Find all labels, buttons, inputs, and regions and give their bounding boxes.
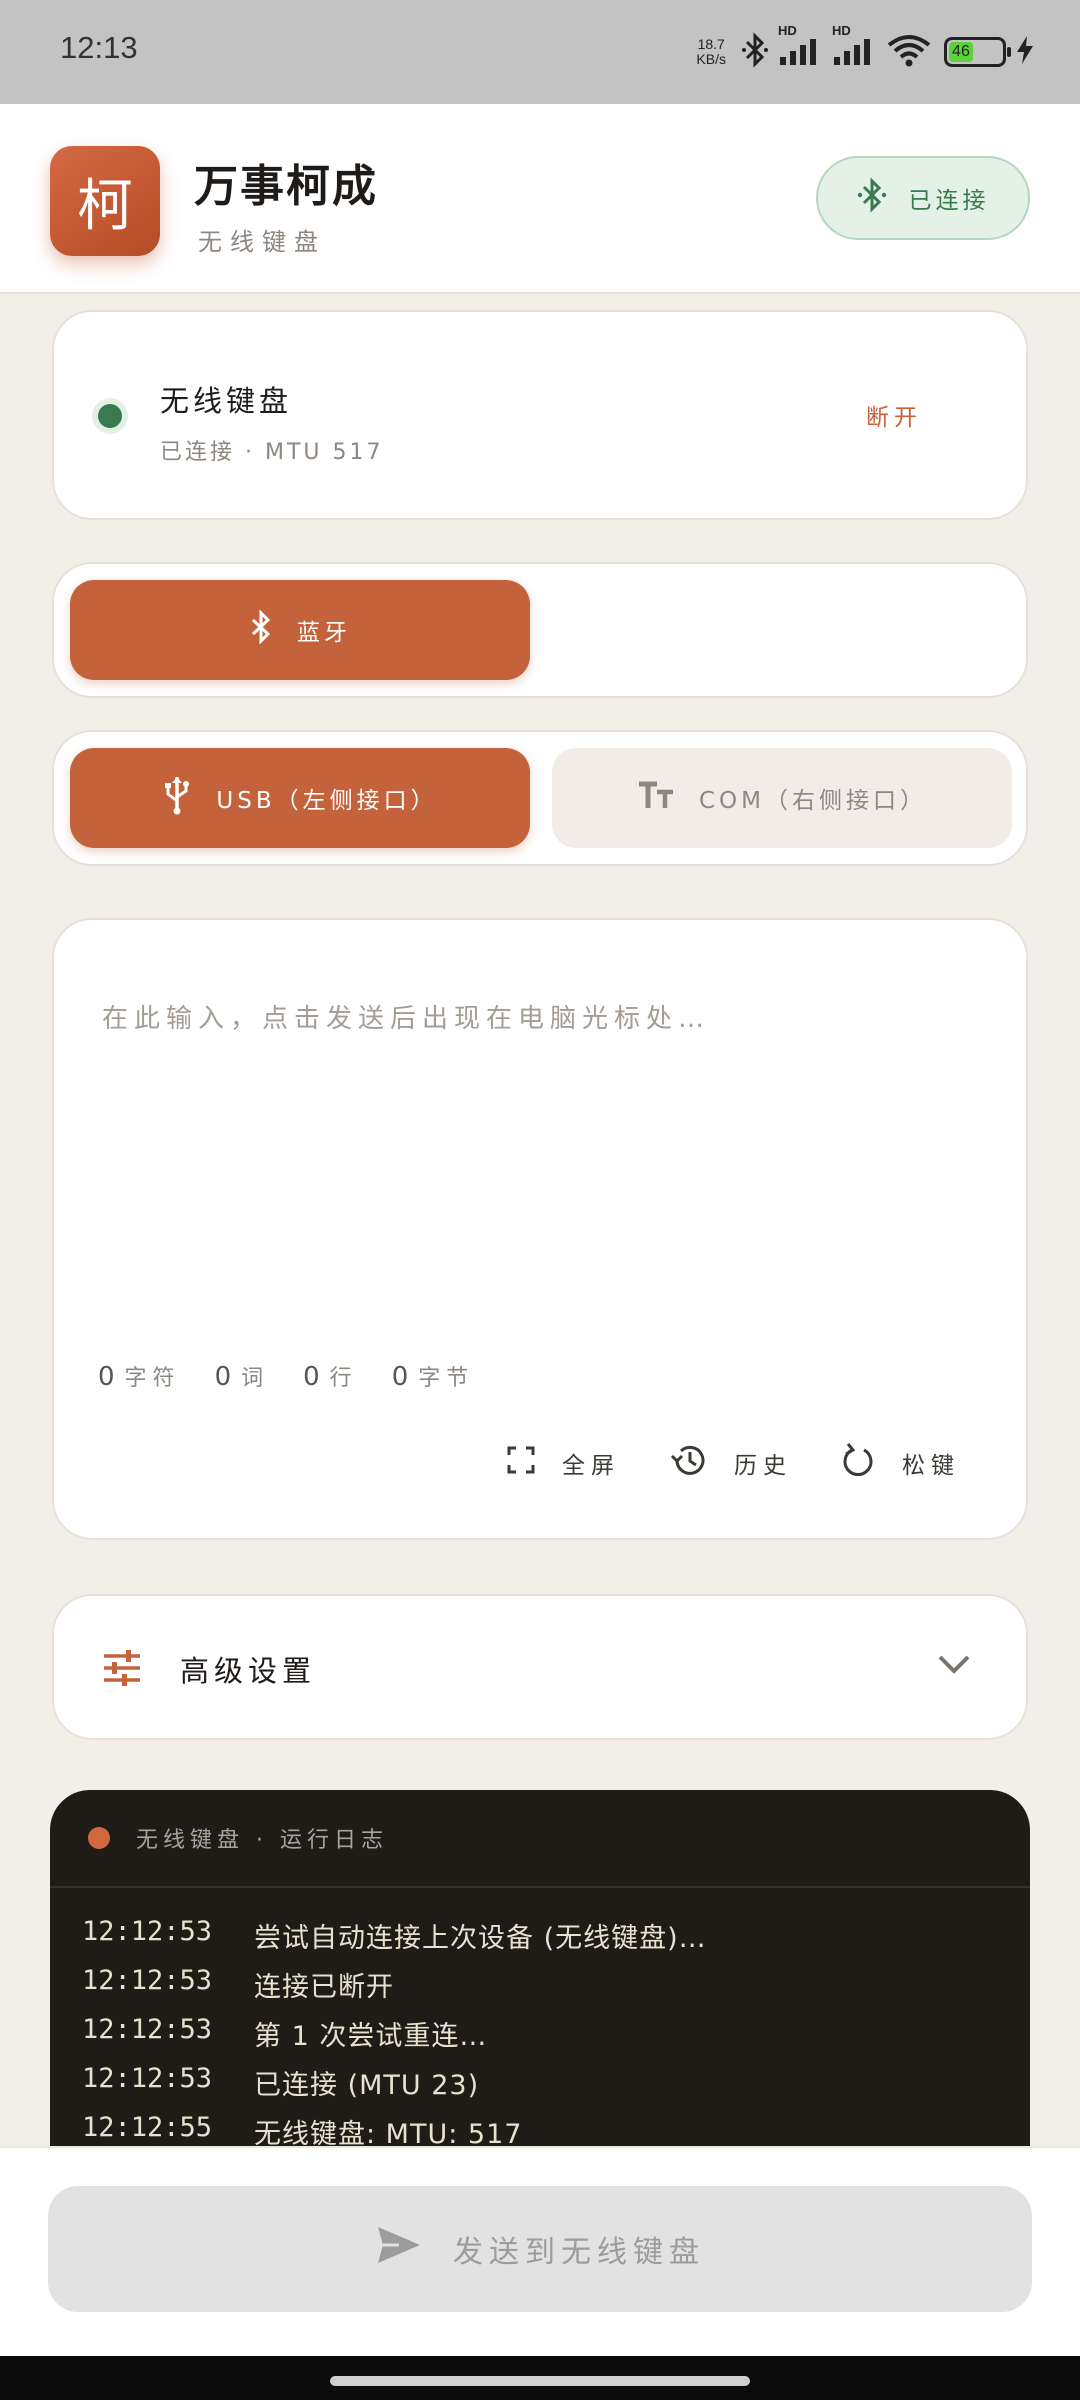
log-line: 12:12:53 尝试自动连接上次设备 (无线键盘)… (82, 1916, 1030, 1965)
network-speed-value: 18.7 (697, 36, 725, 52)
fullscreen-icon (506, 1445, 536, 1481)
device-name: 无线键盘 (160, 384, 293, 418)
log-lines: 12:12:53 尝试自动连接上次设备 (无线键盘)… 12:12:53 连接已断开… (50, 1888, 1030, 2150)
line-count: 0行 (303, 1360, 358, 1392)
log-time: 12:12:53 (82, 1916, 213, 1947)
advanced-settings-label: 高级设置 (180, 1654, 317, 1688)
bottom-bar: 发送到无线键盘 (0, 2146, 1080, 2356)
bluetooth-mode-button[interactable]: 蓝牙 (70, 580, 530, 680)
com-port-label: COM（右侧接口） (698, 788, 927, 814)
release-keys-button[interactable]: 松键 (842, 1442, 960, 1484)
bluetooth-status-icon (740, 32, 770, 72)
app-title: 万事柯成 (194, 161, 378, 212)
network-speed-unit: KB/s (696, 51, 726, 67)
history-label: 历史 (734, 1453, 792, 1479)
log-message: 无线键盘: MTU: 517 (254, 2119, 523, 2150)
connection-status-label: 已连接 (908, 188, 990, 214)
log-header: 无线键盘 · 运行日志 (50, 1790, 1030, 1888)
chevron-down-icon (936, 1652, 972, 1680)
release-keys-label: 松键 (902, 1453, 960, 1479)
log-line: 12:12:55 无线键盘: MTU: 517 (82, 2112, 1030, 2150)
disconnect-button[interactable]: 断开 (866, 398, 922, 432)
word-count-label: 词 (241, 1366, 270, 1391)
system-nav-bar (0, 2356, 1080, 2400)
hd-label-1: HD (778, 23, 797, 38)
char-count: 0 字符 (98, 1360, 181, 1392)
connected-indicator (98, 404, 122, 428)
log-message: 已连接 (MTU 23) (254, 2070, 480, 2101)
battery-icon: 46 (944, 37, 1011, 67)
line-count-label: 行 (329, 1366, 358, 1391)
history-icon (670, 1442, 708, 1484)
log-message: 尝试自动连接上次设备 (无线键盘)… (254, 1923, 707, 1954)
history-button[interactable]: 历史 (670, 1442, 792, 1484)
connection-status-button[interactable]: 已连接 (816, 156, 1030, 240)
editor-actions: 全屏 历史 松键 (506, 1442, 960, 1484)
bluetooth-connected-icon (857, 177, 887, 219)
send-label: 发送到无线键盘 (453, 2235, 705, 2270)
status-time: 12:13 (60, 30, 138, 65)
mode-selector: 蓝牙 (52, 562, 1028, 698)
reset-icon (842, 1442, 876, 1484)
signal-icon-2: HD (832, 23, 878, 71)
home-gesture-handle[interactable] (330, 2376, 750, 2386)
com-port-button[interactable]: COM（右侧接口） (552, 748, 1012, 848)
line-count-value: 0 (303, 1362, 326, 1392)
log-title: 无线键盘 · 运行日志 (136, 1828, 388, 1853)
usb-icon (162, 775, 192, 821)
byte-count-value: 0 (391, 1362, 415, 1392)
status-icons: 18.7 KB/s HD HD 46 (696, 23, 1036, 76)
log-time: 12:12:55 (82, 2112, 213, 2143)
bluetooth-mode-label: 蓝牙 (297, 620, 351, 646)
bluetooth-icon (249, 609, 273, 650)
send-icon (375, 2224, 423, 2274)
text-input-card: 在此输入，点击发送后出现在电脑光标处… 0 字符 0词 0行 0 字节 全屏 历史 … (52, 918, 1028, 1540)
status-bar: 12:13 18.7 KB/s HD HD 46 (0, 0, 1080, 104)
fullscreen-button[interactable]: 全屏 (506, 1442, 620, 1484)
advanced-settings-toggle[interactable]: 高级设置 (52, 1594, 1028, 1740)
text-size-icon (637, 780, 675, 816)
device-status: 已连接 · MTU 517 (160, 440, 384, 465)
tune-icon (102, 1648, 142, 1692)
app-header: 柯 万事柯成 无线键盘 已连接 (0, 104, 1080, 294)
fullscreen-label: 全屏 (562, 1453, 620, 1479)
usb-port-button[interactable]: USB（左侧接口） (70, 748, 530, 848)
signal-icon-1: HD (778, 23, 824, 71)
wifi-icon (886, 33, 932, 71)
byte-count-label: 字节 (418, 1366, 475, 1391)
log-line: 12:12:53 第 1 次尝试重连… (82, 2014, 1030, 2063)
network-speed: 18.7 KB/s (696, 37, 726, 67)
log-status-dot (88, 1827, 110, 1849)
word-count: 0词 (215, 1360, 270, 1392)
hd-label-2: HD (832, 23, 851, 38)
charging-icon (1014, 34, 1036, 70)
text-input-area[interactable]: 在此输入，点击发送后出现在电脑光标处… (102, 998, 710, 1035)
app-logo: 柯 (50, 146, 160, 256)
log-time: 12:12:53 (82, 2014, 213, 2045)
char-count-label: 字符 (124, 1366, 181, 1391)
log-panel: 无线键盘 · 运行日志 12:12:53 尝试自动连接上次设备 (无线键盘)… 1… (50, 1790, 1030, 2150)
device-card: 无线键盘 已连接 · MTU 517 断开 (52, 310, 1028, 520)
log-line: 12:12:53 已连接 (MTU 23) (82, 2063, 1030, 2112)
log-time: 12:12:53 (82, 2063, 213, 2094)
word-count-value: 0 (214, 1362, 238, 1392)
log-message: 连接已断开 (254, 1972, 394, 2003)
send-button[interactable]: 发送到无线键盘 (48, 2186, 1032, 2312)
log-message: 第 1 次尝试重连… (254, 2021, 488, 2052)
char-count-value: 0 (98, 1362, 121, 1392)
log-time: 12:12:53 (82, 1965, 213, 1996)
usb-port-label: USB（左侧接口） (216, 788, 438, 814)
battery-level: 46 (949, 42, 973, 62)
byte-count: 0 字节 (392, 1360, 475, 1392)
log-line: 12:12:53 连接已断开 (82, 1965, 1030, 2014)
port-selector: USB（左侧接口） COM（右侧接口） (52, 730, 1028, 866)
text-stats: 0 字符 0词 0行 0 字节 (98, 1360, 474, 1392)
app-subtitle: 无线键盘 (198, 228, 326, 256)
